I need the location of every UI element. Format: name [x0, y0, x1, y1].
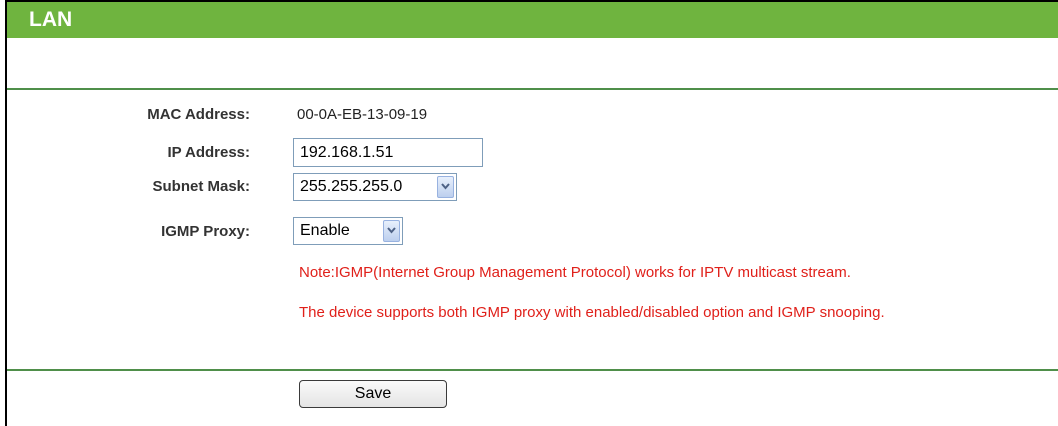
title-bar: LAN [7, 2, 1058, 38]
lan-settings-panel: LAN MAC Address: 00-0A-EB-13-09-19 IP Ad… [5, 0, 1058, 426]
mac-address-label: MAC Address: [147, 106, 250, 123]
chevron-down-icon[interactable] [437, 176, 454, 198]
subnet-mask-label: Subnet Mask: [152, 178, 250, 195]
subnet-mask-selected: 255.255.255.0 [300, 178, 403, 195]
mac-address-value: 00-0A-EB-13-09-19 [297, 106, 428, 123]
igmp-support-note: The device supports both IGMP proxy with… [299, 304, 885, 321]
chevron-down-icon[interactable] [383, 220, 400, 242]
igmp-proxy-select[interactable]: Enable [293, 217, 403, 245]
divider-top [7, 88, 1058, 90]
divider-bottom [7, 369, 1058, 371]
subnet-mask-select[interactable]: 255.255.255.0 [293, 173, 457, 201]
save-button[interactable]: Save [299, 380, 447, 408]
ip-address-label: IP Address: [167, 144, 250, 161]
page-title: LAN [29, 8, 73, 31]
igmp-proxy-label: IGMP Proxy: [161, 223, 250, 240]
ip-address-input[interactable]: 192.168.1.51 [293, 138, 483, 167]
igmp-proxy-selected: Enable [300, 222, 350, 239]
igmp-note: Note:IGMP(Internet Group Management Prot… [299, 264, 851, 281]
